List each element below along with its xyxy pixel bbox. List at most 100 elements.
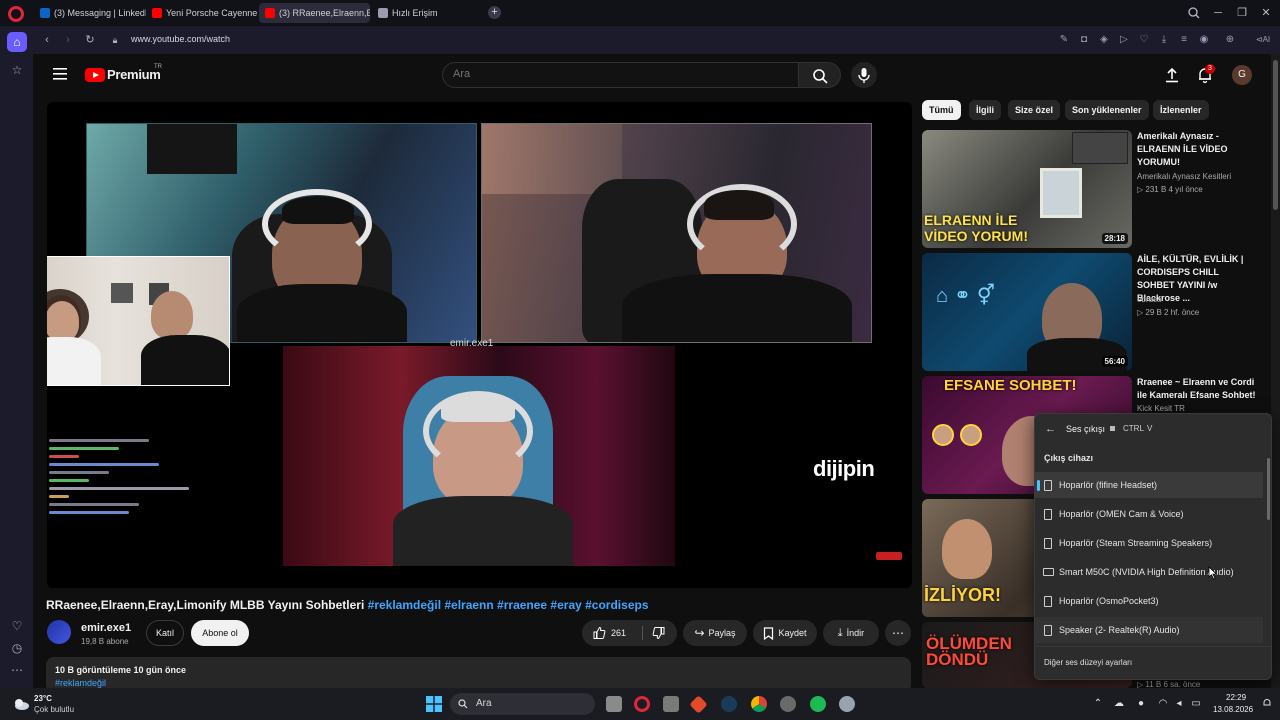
rec-channel-1[interactable]: Amerikalı Aynasız Kesitleri [1137,172,1231,181]
tab-linkedin[interactable]: (3) Messaging | LinkedIn [34,3,146,23]
chip-all[interactable]: Tümü [922,100,961,120]
tab-porsche[interactable]: Yeni Porsche Cayenne Tur [146,3,258,23]
channel-avatar[interactable] [47,620,71,644]
star-icon[interactable]: ☆ [7,60,27,80]
battery-icon[interactable]: ▭ [1189,698,1203,710]
rec-thumbnail-1[interactable]: ELRAENN İLE VİDEO YORUM! 28:18 [922,130,1132,248]
store-icon[interactable] [663,696,679,712]
close-window-icon[interactable]: ✕ [1254,4,1278,22]
output-device-option[interactable]: Hoparlör (OsmoPocket3) [1035,588,1263,614]
flyout-divider [1035,646,1271,647]
output-device-option[interactable]: Speaker (2- Realtek(R) Audio) [1035,617,1263,643]
play-icon[interactable]: ▷ [1117,33,1131,47]
notification-center-icon[interactable] [1262,698,1272,708]
chip-watched[interactable]: İzlenenler [1153,100,1209,120]
stream-alert-badge [876,552,902,560]
camera-icon[interactable]: ◘ [1077,33,1091,47]
profile-icon[interactable]: ◉ [1197,33,1211,47]
spotify-icon[interactable] [810,696,826,712]
output-device-option[interactable]: Smart M50C (NVIDIA High Definition Audio… [1035,559,1263,585]
home-icon[interactable]: ⌂ [7,32,27,52]
opera-logo-icon[interactable] [8,6,24,22]
more-actions-icon[interactable]: ⋯ [885,620,911,646]
video-title-hashtags[interactable]: #reklamdeğil #elraenn #rraenee #eray #co… [368,598,649,612]
more-volume-settings-link[interactable]: Diğer ses düzeyi ayarları [1044,658,1132,667]
chip-for-you[interactable]: Size özel [1008,100,1061,120]
save-button[interactable]: Kaydet [753,620,817,646]
output-device-option[interactable]: Hoparlör (fifine Headset) [1035,472,1263,498]
menu-lines-icon[interactable]: ≡ [1177,33,1191,47]
back-arrow-icon[interactable]: ← [1045,423,1056,435]
voice-search-mic-icon[interactable] [851,62,877,88]
tab-current-video[interactable]: (3) RRaenee,Elraenn,E [259,3,370,23]
back-icon[interactable]: ‹ [39,32,55,48]
maximize-icon[interactable]: ❐ [1230,4,1254,22]
heart-icon[interactable]: ♡ [7,616,27,636]
download-icon[interactable]: ⤓ [1157,33,1171,47]
taskbar-search-box[interactable]: Ara [450,693,595,715]
more-icon[interactable]: ⋯ [7,660,27,680]
shortcut-letter: V [1147,424,1153,433]
upload-icon[interactable] [1163,66,1181,84]
edit-icon[interactable]: ✎ [1057,33,1071,47]
rec-channel-3[interactable]: Kick Kesit TR [1137,404,1185,413]
rec-thumbnail-2[interactable]: ⌂⚭⚥ 56:40 [922,253,1132,371]
tab-quick-access[interactable]: Hızlı Erişim [372,3,472,23]
chip-related[interactable]: İlgili [969,100,1001,120]
ai-icon[interactable]: ⊲AI [1251,33,1275,47]
thumbs-down-icon [652,627,665,640]
weather-icon[interactable] [12,696,30,712]
video-player[interactable]: emir.exe1 dijipin [47,102,912,588]
search-tabs-icon[interactable] [1182,4,1206,22]
task-view-icon[interactable] [606,696,622,712]
download-button[interactable]: ⤓ İndir [823,620,879,646]
opera-taskbar-icon[interactable] [634,696,650,712]
settings-gear-icon[interactable] [839,696,855,712]
cloud-icon[interactable]: ☁ [1113,698,1125,710]
chip-recently-uploaded[interactable]: Son yüklenenler [1065,100,1149,120]
weather-temperature[interactable]: 23°C [34,694,52,703]
flyout-scrollbar[interactable] [1267,458,1270,520]
share-button[interactable]: ↪ Paylaş [683,620,747,646]
dislike-button[interactable] [652,626,666,640]
description-hashtag[interactable]: #reklamdeğil [55,678,106,688]
show-hidden-icons-chevron-icon[interactable]: ⌃ [1092,698,1104,710]
app-icon-red[interactable] [689,695,708,714]
windows-start-icon[interactable] [426,696,442,712]
join-button[interactable]: Katıl [146,620,184,646]
app-icon-gray[interactable] [780,696,796,712]
clock-date[interactable]: 13.08.2026 [1213,705,1253,714]
page-scrollbar[interactable] [1271,54,1280,688]
reload-icon[interactable]: ↻ [82,32,98,48]
search-input[interactable] [453,68,783,80]
volume-icon[interactable]: ◂ [1173,698,1185,710]
output-device-option[interactable]: Hoparlör (OMEN Cam & Voice) [1035,501,1263,527]
rec-title-1[interactable]: Amerikalı Aynasız - ELRAENN İLE VİDEO YO… [1137,130,1257,169]
heart-outline-icon[interactable]: ♡ [1137,33,1151,47]
rec-title-3[interactable]: Rraenee ~ Elraenn ve Cordi ile Kameralı … [1137,376,1257,402]
microphone-icon[interactable]: ● [1135,698,1147,710]
weather-description[interactable]: Çok bulutlu [34,705,74,714]
minimize-icon[interactable]: ─ [1206,4,1230,22]
shortcut-ctrl: CTRL [1123,424,1144,433]
wifi-icon[interactable]: ◠ [1157,698,1169,710]
shield-icon[interactable]: ◈ [1097,33,1111,47]
hamburger-menu-icon[interactable] [53,68,67,80]
youtube-logo-icon[interactable] [85,68,105,82]
account-avatar[interactable]: G [1232,65,1252,85]
history-clock-icon[interactable]: ◷ [7,638,27,658]
like-button[interactable]: 261 [592,626,626,640]
search-button[interactable] [799,62,841,88]
new-tab-plus-icon[interactable]: + [488,6,501,19]
url-text[interactable]: www.youtube.com/watch [131,34,230,44]
output-device-option[interactable]: Hoparlör (Steam Streaming Speakers) [1035,530,1263,556]
forward-icon[interactable]: › [60,32,76,48]
extensions-icon[interactable]: ⊕ [1223,33,1237,47]
steam-icon[interactable] [721,696,737,712]
rec-channel-2[interactable]: ebruca [1137,295,1161,304]
clock-time[interactable]: 22:29 [1226,693,1246,702]
mouse-cursor-icon [1208,566,1218,580]
channel-name[interactable]: emir.exe1 [81,622,131,634]
chrome-icon[interactable] [751,696,767,712]
subscribe-button[interactable]: Abone ol [191,620,249,646]
